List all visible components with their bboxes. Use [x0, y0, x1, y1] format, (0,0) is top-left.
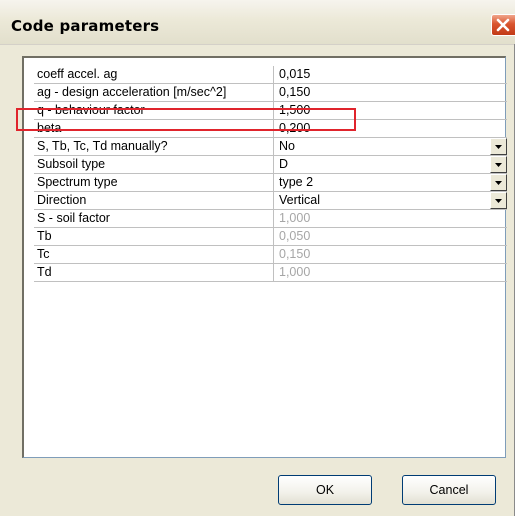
ok-button[interactable]: OK — [278, 475, 372, 505]
parameter-label: S - soil factor — [34, 210, 274, 227]
parameter-select[interactable]: type 2 — [274, 174, 507, 191]
parameter-row[interactable]: coeff accel. ag 0,015 — [34, 66, 507, 84]
parameter-row[interactable]: ag - design acceleration [m/sec^2] 0,150 — [34, 84, 507, 102]
parameter-row[interactable]: S - soil factor 1,000 — [34, 210, 507, 228]
chevron-down-icon — [495, 199, 502, 203]
cancel-button[interactable]: Cancel — [402, 475, 496, 505]
parameter-select[interactable]: No — [274, 138, 507, 155]
parameter-value: 0,050 — [279, 229, 311, 243]
parameter-value: 1,000 — [279, 211, 311, 225]
parameter-label: Spectrum type — [34, 174, 274, 191]
parameter-label: Tc — [34, 246, 274, 263]
parameter-row[interactable]: S, Tb, Tc, Td manually? No — [34, 138, 507, 156]
parameter-rows: coeff accel. ag 0,015 ag - design accelera… — [34, 66, 507, 282]
title-bar[interactable]: Code parameters — [0, 0, 515, 45]
parameter-label: Tb — [34, 228, 274, 245]
highlight-box — [16, 108, 356, 131]
close-button[interactable] — [491, 14, 515, 36]
parameter-select[interactable]: Vertical — [274, 192, 507, 209]
parameter-row[interactable]: Tb 0,050 — [34, 228, 507, 246]
parameter-value[interactable]: 0,150 — [274, 84, 507, 101]
chevron-down-icon — [495, 181, 502, 185]
chevron-down-icon — [495, 145, 502, 149]
dropdown-button[interactable] — [490, 138, 507, 155]
chevron-down-icon — [495, 163, 502, 167]
parameter-row[interactable]: Td 1,000 — [34, 264, 507, 282]
parameter-label: S, Tb, Tc, Td manually? — [34, 138, 274, 155]
code-parameters-dialog: Code parameters coeff accel. ag 0,015 ag -… — [0, 0, 515, 516]
parameter-label: Subsoil type — [34, 156, 274, 173]
parameter-select[interactable]: D — [274, 156, 507, 173]
parameter-row[interactable]: Tc 0,150 — [34, 246, 507, 264]
parameter-label: Direction — [34, 192, 274, 209]
dropdown-button[interactable] — [490, 156, 507, 173]
dropdown-button[interactable] — [490, 192, 507, 209]
parameter-value: 1,000 — [279, 265, 311, 279]
parameter-value[interactable]: 0,015 — [274, 66, 507, 83]
parameter-row[interactable]: Direction Vertical — [34, 192, 507, 210]
parameter-label: Td — [34, 264, 274, 281]
parameter-row[interactable]: Spectrum type type 2 — [34, 174, 507, 192]
parameter-label: ag - design acceleration [m/sec^2] — [34, 84, 274, 101]
close-icon — [496, 18, 510, 32]
parameter-row[interactable]: Subsoil type D — [34, 156, 507, 174]
parameter-label: coeff accel. ag — [34, 66, 274, 83]
dropdown-button[interactable] — [490, 174, 507, 191]
parameter-value: 0,150 — [279, 247, 311, 261]
window-title: Code parameters — [11, 17, 160, 35]
